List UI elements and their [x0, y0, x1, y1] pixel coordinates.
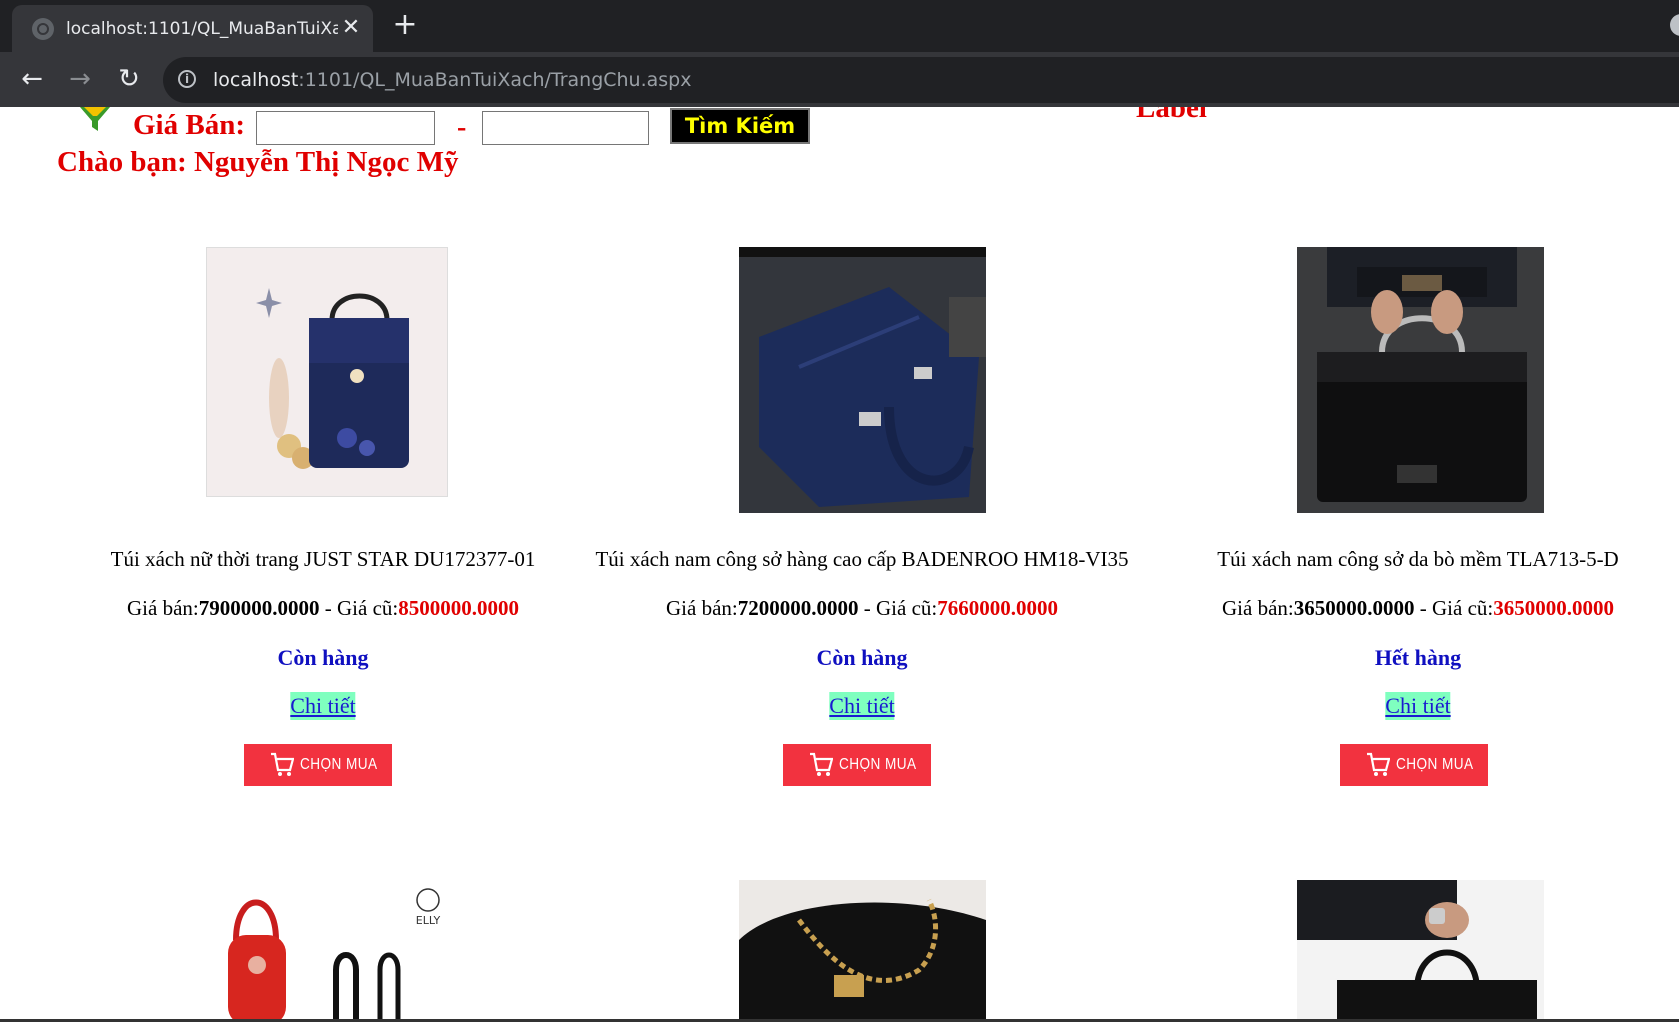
product-image[interactable] [206, 247, 448, 497]
search-button[interactable]: Tìm Kiếm [670, 108, 810, 144]
url-text[interactable]: localhost:1101/QL_MuaBanTuiXach/TrangChu… [213, 67, 692, 93]
price-separator: - [858, 596, 876, 620]
product-image[interactable] [739, 880, 986, 1022]
handbag-image [739, 880, 986, 1022]
price-prefix: Giá bán: [1222, 596, 1294, 620]
product-name: Túi xách nam công sở da bò mềm TLA713-5-… [1217, 547, 1619, 571]
price-separator: - [1414, 596, 1432, 620]
old-price-prefix: Giá cũ: [876, 596, 938, 620]
max-price-input[interactable] [482, 111, 649, 145]
browser-toolbar: ← → ↻ i localhost:1101/QL_MuaBanTuiXach/… [0, 52, 1679, 107]
old-price-prefix: Giá cũ: [1432, 596, 1494, 620]
profile-icon[interactable] [1670, 14, 1679, 36]
greeting-text: Chào bạn: Nguyễn Thị Ngọc Mỹ [57, 146, 459, 178]
reload-button[interactable]: ↻ [112, 63, 146, 97]
old-price-prefix: Giá cũ: [337, 596, 399, 620]
detail-link[interactable]: Chi tiết [290, 692, 356, 720]
funnel-icon [80, 107, 110, 131]
min-price-input[interactable] [256, 111, 435, 145]
tab-title: localhost:1101/QL_MuaBanTuiXach/TrangChu… [66, 19, 338, 39]
product-price: Giá bán:3650000.0000 - Giá cũ:3650000.00… [1138, 594, 1679, 622]
back-button[interactable]: ← [15, 63, 49, 97]
product-image[interactable] [1297, 880, 1544, 1022]
url-host: localhost [213, 69, 299, 91]
new-tab-button[interactable]: + [390, 10, 420, 41]
handbag-image [207, 248, 447, 496]
buy-button[interactable]: CHỌN MUA [783, 744, 931, 786]
label-text: Label [1136, 107, 1207, 124]
price-value: 7900000.0000 [198, 596, 320, 620]
buy-button[interactable]: CHỌN MUA [244, 744, 392, 786]
globe-icon [32, 18, 54, 40]
browser-tab[interactable]: localhost:1101/QL_MuaBanTuiXach/TrangChu… [12, 5, 373, 52]
url-path: :1101/QL_MuaBanTuiXach/TrangChu.aspx [298, 69, 692, 91]
price-range-dash: - [457, 112, 467, 143]
product-name: Túi xách nữ thời trang JUST STAR DU17237… [110, 547, 536, 571]
backpack-image: ELLY [206, 880, 446, 1022]
product-image[interactable]: ELLY [206, 880, 446, 1022]
stock-status: Còn hàng [277, 645, 369, 670]
detail-link[interactable]: Chi tiết [1385, 692, 1451, 720]
product-image[interactable] [1297, 247, 1544, 513]
handbag-image [739, 247, 986, 513]
address-bar[interactable]: i localhost:1101/QL_MuaBanTuiXach/TrangC… [163, 57, 1679, 103]
price-label: Giá Bán: [133, 109, 245, 141]
forward-button[interactable]: → [63, 63, 97, 97]
price-prefix: Giá bán: [666, 596, 738, 620]
handbag-image [1297, 880, 1544, 1022]
stock-status: Hết hàng [1374, 645, 1462, 670]
price-value: 3650000.0000 [1293, 596, 1415, 620]
product-price: Giá bán:7200000.0000 - Giá cũ:7660000.00… [582, 594, 1142, 622]
detail-link[interactable]: Chi tiết [829, 692, 895, 720]
old-price-value: 7660000.0000 [937, 596, 1058, 620]
old-price-value: 3650000.0000 [1493, 596, 1614, 620]
buy-label: CHỌN MUA [839, 756, 917, 773]
stock-status: Còn hàng [816, 645, 908, 670]
close-tab-icon[interactable]: ✕ [339, 16, 363, 40]
buy-button[interactable]: CHỌN MUA [1340, 744, 1488, 786]
cart-icon [810, 752, 833, 776]
price-separator: - [319, 596, 337, 620]
product-name: Túi xách nam công sở hàng cao cấp BADENR… [595, 547, 1129, 571]
buy-label: CHỌN MUA [1396, 756, 1474, 773]
cart-icon [271, 752, 294, 776]
price-prefix: Giá bán: [127, 596, 199, 620]
buy-label: CHỌN MUA [300, 756, 378, 773]
old-price-value: 8500000.0000 [398, 596, 519, 620]
cart-icon [1367, 752, 1390, 776]
browser-tab-bar: localhost:1101/QL_MuaBanTuiXach/TrangChu… [0, 0, 1679, 52]
elly-logo-text: ELLY [416, 914, 441, 927]
price-value: 7200000.0000 [737, 596, 859, 620]
page-content: Giá Bán: - Tìm Kiếm Label Chào bạn: Nguy… [0, 107, 1679, 1022]
product-image[interactable] [739, 247, 986, 513]
handbag-image [1297, 247, 1544, 513]
info-icon[interactable]: i [178, 70, 196, 88]
product-price: Giá bán:7900000.0000 - Giá cũ:8500000.00… [43, 594, 603, 622]
